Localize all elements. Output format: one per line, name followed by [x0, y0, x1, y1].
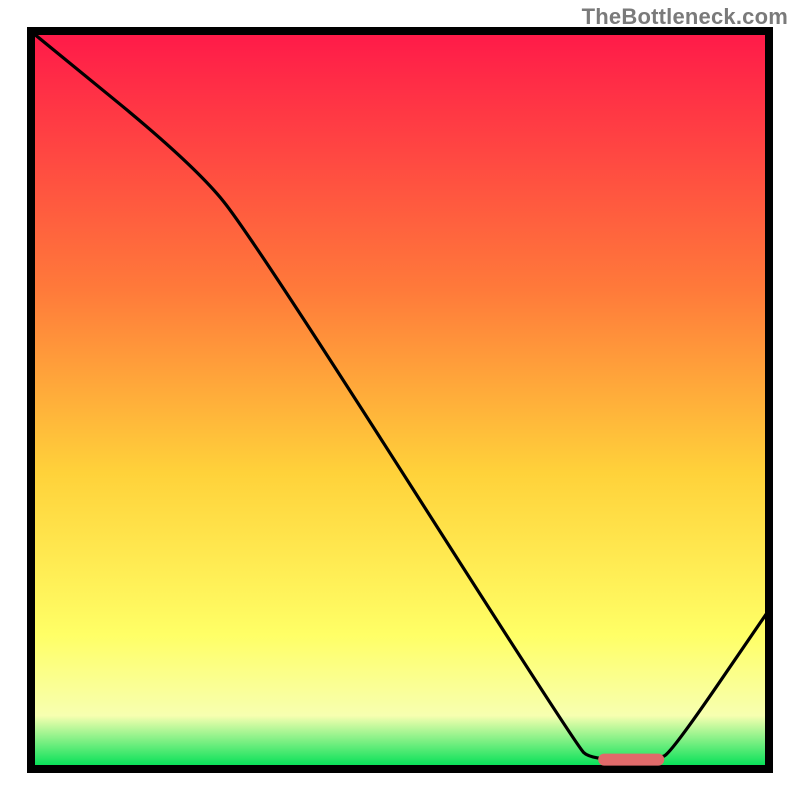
chart-frame: TheBottleneck.com	[0, 0, 800, 800]
bottleneck-chart	[0, 0, 800, 800]
heat-gradient-background	[33, 33, 767, 767]
optimum-marker	[598, 754, 664, 766]
